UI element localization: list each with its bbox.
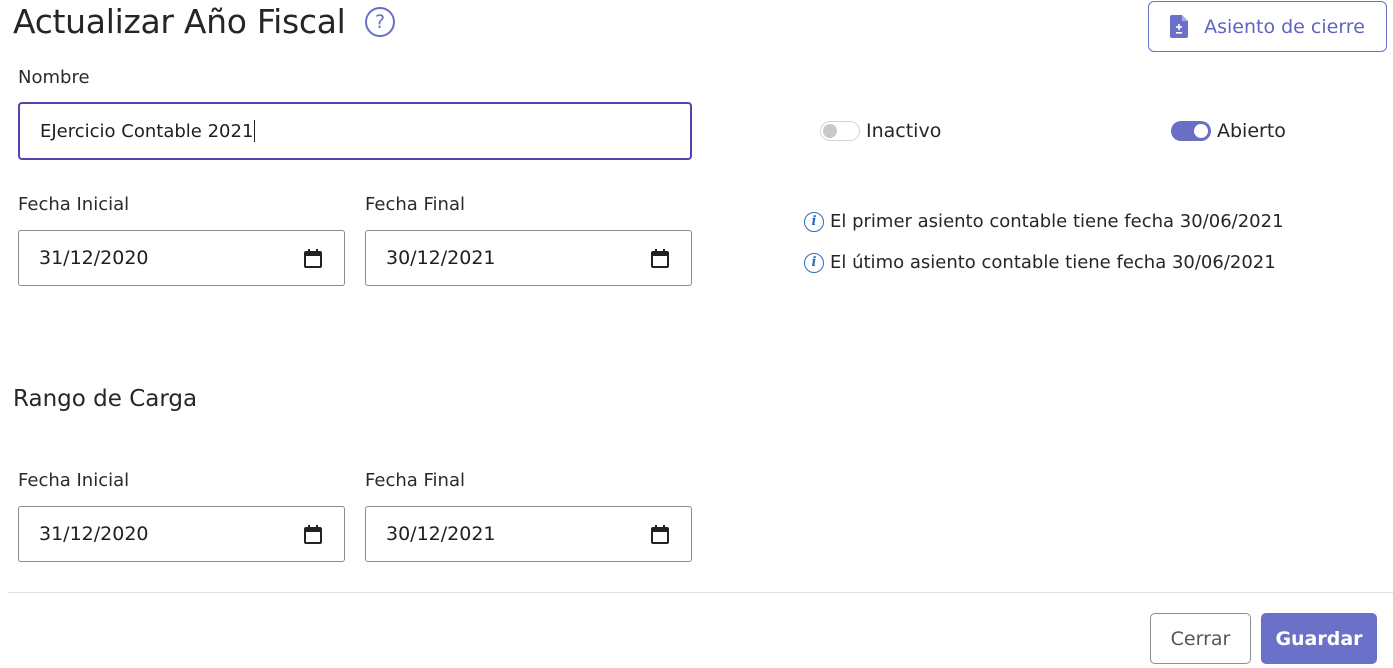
calendar-icon[interactable] — [651, 248, 669, 268]
closing-entry-button[interactable]: Asiento de cierre — [1148, 1, 1387, 52]
open-toggle[interactable] — [1171, 121, 1211, 141]
load-end-date-value: 30/12/2021 — [386, 523, 496, 545]
last-entry-text: El útimo asiento contable tiene fecha 30… — [830, 252, 1276, 273]
name-label: Nombre — [18, 67, 90, 88]
load-range-title: Rango de Carga — [13, 386, 198, 412]
open-toggle-row[interactable]: Abierto — [1171, 120, 1286, 142]
first-entry-text: El primer asiento contable tiene fecha 3… — [830, 211, 1284, 232]
close-button[interactable]: Cerrar — [1150, 613, 1251, 664]
last-entry-info: i El útimo asiento contable tiene fecha … — [804, 252, 1276, 273]
document-plus-minus-icon — [1170, 15, 1189, 38]
fiscal-end-label: Fecha Final — [365, 194, 465, 215]
closing-entry-button-label: Asiento de cierre — [1204, 15, 1365, 38]
info-circle-icon: i — [804, 252, 824, 273]
load-start-date-value: 31/12/2020 — [39, 523, 149, 545]
inactive-toggle-label: Inactivo — [866, 120, 942, 142]
calendar-icon[interactable] — [304, 524, 322, 544]
calendar-icon[interactable] — [651, 524, 669, 544]
footer-divider — [8, 592, 1393, 593]
fiscal-end-date-input[interactable]: 30/12/2021 — [365, 230, 692, 286]
calendar-icon[interactable] — [304, 248, 322, 268]
fiscal-start-date-value: 31/12/2020 — [39, 247, 149, 269]
fiscal-start-date-input[interactable]: 31/12/2020 — [18, 230, 345, 286]
fiscal-start-label: Fecha Inicial — [18, 194, 130, 215]
load-start-date-input[interactable]: 31/12/2020 — [18, 506, 345, 562]
open-toggle-label: Abierto — [1217, 120, 1286, 142]
toggle-knob — [823, 124, 837, 138]
name-input[interactable]: EJercicio Contable 2021 — [18, 102, 692, 160]
save-button[interactable]: Guardar — [1261, 613, 1377, 664]
load-end-label: Fecha Final — [365, 470, 465, 491]
load-end-date-input[interactable]: 30/12/2021 — [365, 506, 692, 562]
inactive-toggle-row[interactable]: Inactivo — [820, 120, 941, 142]
toggle-knob — [1194, 124, 1208, 138]
fiscal-end-date-value: 30/12/2021 — [386, 247, 496, 269]
question-circle-icon[interactable]: ? — [365, 7, 395, 37]
load-start-label: Fecha Inicial — [18, 470, 130, 491]
first-entry-info: i El primer asiento contable tiene fecha… — [804, 211, 1284, 232]
inactive-toggle[interactable] — [820, 121, 860, 141]
text-caret — [254, 120, 256, 142]
info-circle-icon: i — [804, 211, 824, 232]
page-title: Actualizar Año Fiscal — [13, 2, 346, 41]
name-input-value: EJercicio Contable 2021 — [40, 120, 254, 142]
